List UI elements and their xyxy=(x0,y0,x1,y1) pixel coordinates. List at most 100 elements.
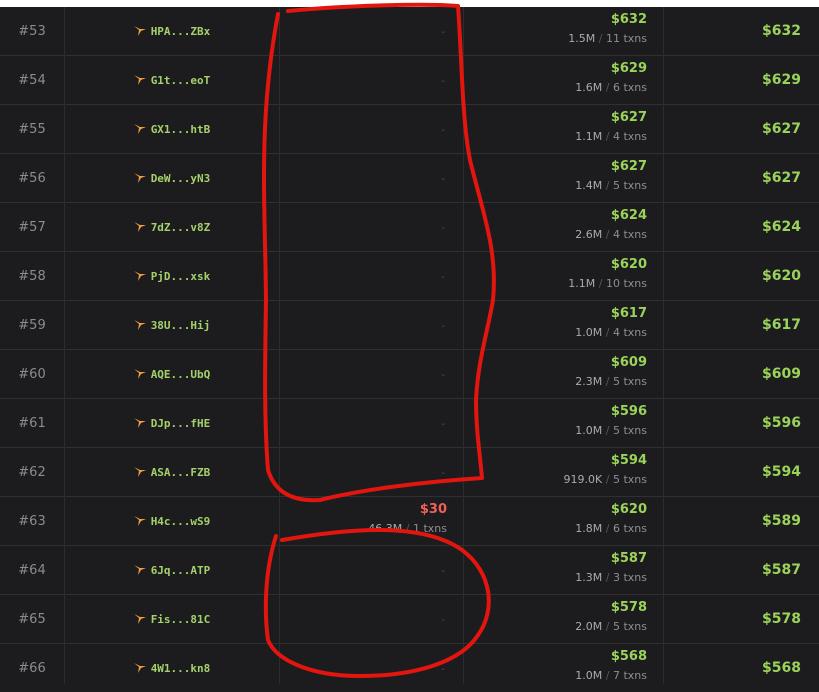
txns-suffix: txns xyxy=(623,375,647,388)
table-row[interactable]: #53 HPA...ZBx - $632 1.5M / 11 txns $632 xyxy=(0,7,819,56)
sell-amount: $617 xyxy=(610,306,647,321)
bought-cell: - xyxy=(280,301,463,349)
pnl-cell: $629 xyxy=(664,56,819,104)
rank: #54 xyxy=(18,72,46,88)
wallet-address: 4W1...kn8 xyxy=(150,661,211,675)
sell-volume: 2.0M xyxy=(575,620,603,633)
wallet-address: PjD...xsk xyxy=(150,269,211,283)
buy-empty: - xyxy=(441,321,445,332)
wallet-bird-icon xyxy=(133,270,147,282)
wallet-cell: GX1...htB xyxy=(64,105,279,153)
sell-volume: 1.4M xyxy=(575,179,603,192)
table-row[interactable]: #57 7dZ...v8Z - $624 2.6M / 4 txns $624 xyxy=(0,203,819,252)
wallet-link[interactable]: G1t...eoT xyxy=(133,74,210,87)
wallet-bird-icon xyxy=(133,74,147,86)
sold-cell: $627 1.4M / 5 txns xyxy=(464,154,663,202)
txns-suffix: txns xyxy=(623,32,647,45)
sold-cell: $578 2.0M / 5 txns xyxy=(464,595,663,643)
wallet-cell: DeW...yN3 xyxy=(64,154,279,202)
pnl-cell: $587 xyxy=(664,546,819,594)
txns-suffix: txns xyxy=(423,522,447,535)
wallet-link[interactable]: H4c...wS9 xyxy=(133,515,210,528)
bought-cell: - xyxy=(280,546,463,594)
sell-volume-txns: 1.1M / 10 txns xyxy=(568,276,647,291)
wallet-cell: 4W1...kn8 xyxy=(64,644,279,692)
bought-cell: - xyxy=(280,350,463,398)
bought-cell: - xyxy=(280,154,463,202)
sold-cell: $609 2.3M / 5 txns xyxy=(464,350,663,398)
sell-amount: $578 xyxy=(610,600,647,615)
separator: / xyxy=(598,277,603,290)
bought-cell: - xyxy=(280,105,463,153)
table-row[interactable]: #66 4W1...kn8 - $568 1.0M / 7 txns $568 xyxy=(0,644,819,692)
sell-amount: $594 xyxy=(610,453,647,468)
wallet-link[interactable]: DeW...yN3 xyxy=(133,172,210,185)
table-row[interactable]: #65 Fis...81C - $578 2.0M / 5 txns $578 xyxy=(0,595,819,644)
sell-txn-count: 11 xyxy=(605,32,620,45)
table-row[interactable]: #64 6Jq...ATP - $587 1.3M / 3 txns $587 xyxy=(0,546,819,595)
wallet-link[interactable]: GX1...htB xyxy=(133,123,210,136)
wallet-link[interactable]: ASA...FZB xyxy=(133,466,210,479)
pnl-value: $578 xyxy=(762,611,801,627)
sell-volume-txns: 2.0M / 5 txns xyxy=(575,619,647,634)
bought-cell: - xyxy=(280,56,463,104)
pnl-cell: $627 xyxy=(664,154,819,202)
txns-suffix: txns xyxy=(623,81,647,94)
column-divider xyxy=(463,7,464,684)
table-row[interactable]: #62 ASA...FZB - $594 919.0K / 5 txns $59… xyxy=(0,448,819,497)
txns-suffix: txns xyxy=(623,522,647,535)
wallet-address: 6Jq...ATP xyxy=(150,563,211,577)
table-row[interactable]: #60 AQE...UbQ - $609 2.3M / 5 txns $609 xyxy=(0,350,819,399)
rank: #59 xyxy=(18,317,46,333)
table-row[interactable]: #55 GX1...htB - $627 1.1M / 4 txns $627 xyxy=(0,105,819,154)
wallet-link[interactable]: Fis...81C xyxy=(133,613,210,626)
pnl-value: $617 xyxy=(762,317,801,333)
sell-txn-count: 4 xyxy=(612,228,620,241)
rank: #57 xyxy=(18,219,46,235)
wallet-link[interactable]: HPA...ZBx xyxy=(133,25,210,38)
bought-cell: - xyxy=(280,399,463,447)
wallet-link[interactable]: 38U...Hij xyxy=(133,319,210,332)
sell-volume: 1.1M xyxy=(568,277,596,290)
sell-volume-txns: 1.5M / 11 txns xyxy=(568,31,647,46)
rank: #64 xyxy=(18,562,46,578)
separator: / xyxy=(605,522,610,535)
sell-stack: $632 1.5M / 11 txns xyxy=(568,12,647,46)
sell-volume: 1.0M xyxy=(575,326,603,339)
sell-txn-count: 5 xyxy=(612,620,620,633)
sold-cell: $624 2.6M / 4 txns xyxy=(464,203,663,251)
sell-stack: $578 2.0M / 5 txns xyxy=(575,600,647,634)
sold-cell: $620 1.1M / 10 txns xyxy=(464,252,663,300)
buy-empty: - xyxy=(441,125,445,136)
table-row[interactable]: #54 G1t...eoT - $629 1.6M / 6 txns $629 xyxy=(0,56,819,105)
table-row[interactable]: #56 DeW...yN3 - $627 1.4M / 5 txns $627 xyxy=(0,154,819,203)
buy-empty: - xyxy=(441,370,445,381)
sold-cell: $620 1.8M / 6 txns xyxy=(464,497,663,545)
wallet-cell: ASA...FZB xyxy=(64,448,279,496)
wallet-link[interactable]: 7dZ...v8Z xyxy=(133,221,210,234)
bought-cell: - xyxy=(280,644,463,692)
table-row[interactable]: #58 PjD...xsk - $620 1.1M / 10 txns $620 xyxy=(0,252,819,301)
table-row[interactable]: #63 H4c...wS9 $30 46.3M / 1 txns $620 1.… xyxy=(0,497,819,546)
wallet-bird-icon xyxy=(133,221,147,233)
sell-volume-txns: 1.0M / 7 txns xyxy=(575,668,647,683)
separator: / xyxy=(605,228,610,241)
table-row[interactable]: #61 DJp...fHE - $596 1.0M / 5 txns $596 xyxy=(0,399,819,448)
wallet-link[interactable]: DJp...fHE xyxy=(133,417,210,430)
txns-suffix: txns xyxy=(623,571,647,584)
pnl-cell: $578 xyxy=(664,595,819,643)
rank: #55 xyxy=(18,121,46,137)
wallet-link[interactable]: PjD...xsk xyxy=(133,269,211,283)
sell-volume: 1.0M xyxy=(575,424,603,437)
sell-volume-txns: 1.1M / 4 txns xyxy=(575,129,647,144)
sell-volume: 1.6M xyxy=(575,81,603,94)
wallet-link[interactable]: AQE...UbQ xyxy=(133,368,210,381)
wallet-link[interactable]: 4W1...kn8 xyxy=(133,661,211,675)
sell-amount: $629 xyxy=(610,61,647,76)
wallet-cell: 6Jq...ATP xyxy=(64,546,279,594)
pnl-value: $596 xyxy=(762,415,801,431)
wallet-link[interactable]: 6Jq...ATP xyxy=(133,563,211,577)
wallet-bird-icon xyxy=(133,613,147,625)
wallet-bird-icon xyxy=(133,662,147,674)
table-row[interactable]: #59 38U...Hij - $617 1.0M / 4 txns $617 xyxy=(0,301,819,350)
